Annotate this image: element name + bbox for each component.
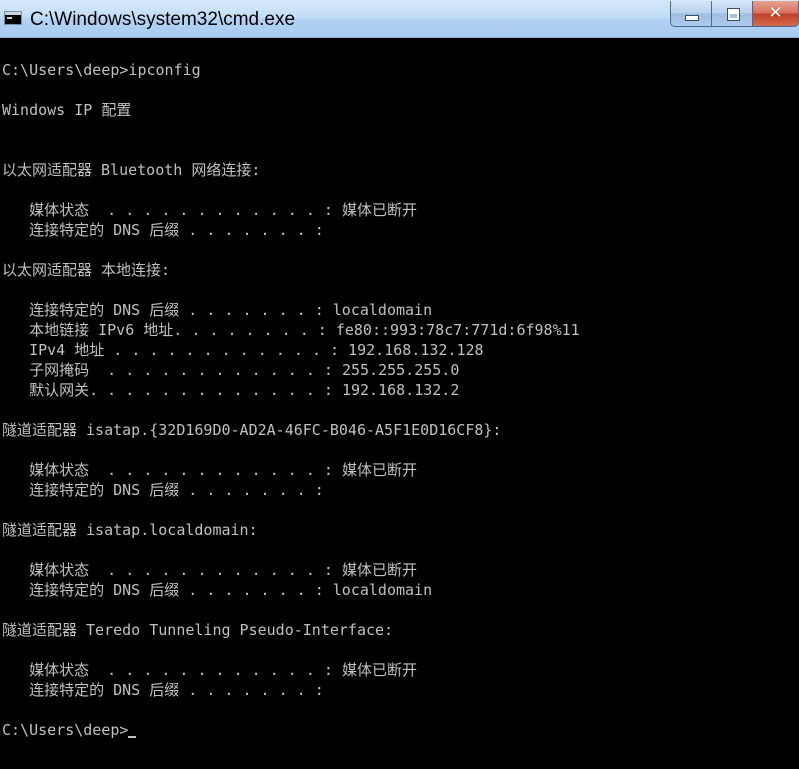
console-line-text: 隧道适配器 Teredo Tunneling Pseudo-Interface: <box>2 621 394 639</box>
console-line: 连接特定的 DNS 后缀 . . . . . . . : localdomain <box>2 580 432 600</box>
console-line-text: 连接特定的 DNS 后缀 . . . . . . . : <box>2 681 324 699</box>
console-line-text: C:\Users\deep> <box>2 721 129 739</box>
console-line-text: 本地链接 IPv6 地址. . . . . . . . : fe80::993:… <box>2 321 580 339</box>
console-line: IPv4 地址 . . . . . . . . . . . . : 192.16… <box>2 340 484 360</box>
console-line: 媒体状态 . . . . . . . . . . . . : 媒体已断开 <box>2 200 417 220</box>
console-line-text: 隧道适配器 isatap.localdomain: <box>2 521 258 539</box>
console-line: 连接特定的 DNS 后缀 . . . . . . . : <box>2 220 324 240</box>
console-line-text: 媒体状态 . . . . . . . . . . . . : 媒体已断开 <box>2 201 417 219</box>
console-line-text: 媒体状态 . . . . . . . . . . . . : 媒体已断开 <box>2 561 417 579</box>
console-line-text: 媒体状态 . . . . . . . . . . . . : 媒体已断开 <box>2 661 417 679</box>
console-line: 连接特定的 DNS 后缀 . . . . . . . : <box>2 680 324 700</box>
cmd-window[interactable]: C:\Windows\system32\cmd.exe ✕ C:\Users\d… <box>0 0 799 769</box>
console-output[interactable]: C:\Users\deep>ipconfig Windows IP 配置以太网适配… <box>0 50 799 769</box>
console-line: 媒体状态 . . . . . . . . . . . . : 媒体已断开 <box>2 660 417 680</box>
maximize-icon <box>727 8 740 21</box>
console-line-text: 连接特定的 DNS 后缀 . . . . . . . : <box>2 221 324 239</box>
console-line-text: 隧道适配器 isatap.{32D169D0-AD2A-46FC-B046-A5… <box>2 421 502 439</box>
close-icon: ✕ <box>768 3 783 23</box>
console-line: 媒体状态 . . . . . . . . . . . . : 媒体已断开 <box>2 560 417 580</box>
console-line: 默认网关. . . . . . . . . . . . . : 192.168.… <box>2 380 459 400</box>
minimize-button[interactable] <box>670 1 712 27</box>
console-line: 隧道适配器 Teredo Tunneling Pseudo-Interface: <box>2 620 393 640</box>
console-line-text: 以太网适配器 本地连接: <box>2 261 171 279</box>
console-line-text: IPv4 地址 . . . . . . . . . . . . : 192.16… <box>2 341 484 359</box>
console-line: 本地链接 IPv6 地址. . . . . . . . : fe80::993:… <box>2 320 580 340</box>
title-bar[interactable]: C:\Windows\system32\cmd.exe ✕ <box>0 0 799 38</box>
window-title: C:\Windows\system32\cmd.exe <box>30 9 296 30</box>
console-line-text: 连接特定的 DNS 后缀 . . . . . . . : localdomain <box>2 301 433 319</box>
minimize-icon <box>685 15 699 21</box>
console-line-text: 子网掩码 . . . . . . . . . . . . : 255.255.2… <box>2 361 460 379</box>
maximize-button[interactable] <box>711 1 753 27</box>
console-line-text: 以太网适配器 Bluetooth 网络连接: <box>2 161 261 179</box>
console-line-text: 连接特定的 DNS 后缀 . . . . . . . : localdomain <box>2 581 433 599</box>
console-line: C:\Users\deep>ipconfig <box>2 60 201 80</box>
console-line: 以太网适配器 本地连接: <box>2 260 170 280</box>
console-line: Windows IP 配置 <box>2 100 131 120</box>
console-line: 媒体状态 . . . . . . . . . . . . : 媒体已断开 <box>2 460 417 480</box>
command-prompt-line: C:\Users\deep> <box>2 720 137 740</box>
console-line-text: 默认网关. . . . . . . . . . . . . : 192.168.… <box>2 381 460 399</box>
close-button[interactable]: ✕ <box>752 1 799 27</box>
text-cursor <box>128 736 137 738</box>
console-line: 子网掩码 . . . . . . . . . . . . : 255.255.2… <box>2 360 459 380</box>
console-line: 隧道适配器 isatap.{32D169D0-AD2A-46FC-B046-A5… <box>2 420 501 440</box>
console-line: 隧道适配器 isatap.localdomain: <box>2 520 258 540</box>
console-line: 以太网适配器 Bluetooth 网络连接: <box>2 160 260 180</box>
console-line-text: 媒体状态 . . . . . . . . . . . . : 媒体已断开 <box>2 461 417 479</box>
console-line-text: 连接特定的 DNS 后缀 . . . . . . . : <box>2 481 324 499</box>
console-line: 连接特定的 DNS 后缀 . . . . . . . : <box>2 480 324 500</box>
console-line-text: C:\Users\deep>ipconfig <box>2 61 201 79</box>
console-line: 连接特定的 DNS 后缀 . . . . . . . : localdomain <box>2 300 432 320</box>
console-icon[interactable] <box>4 11 22 25</box>
console-line-text: Windows IP 配置 <box>2 101 132 119</box>
